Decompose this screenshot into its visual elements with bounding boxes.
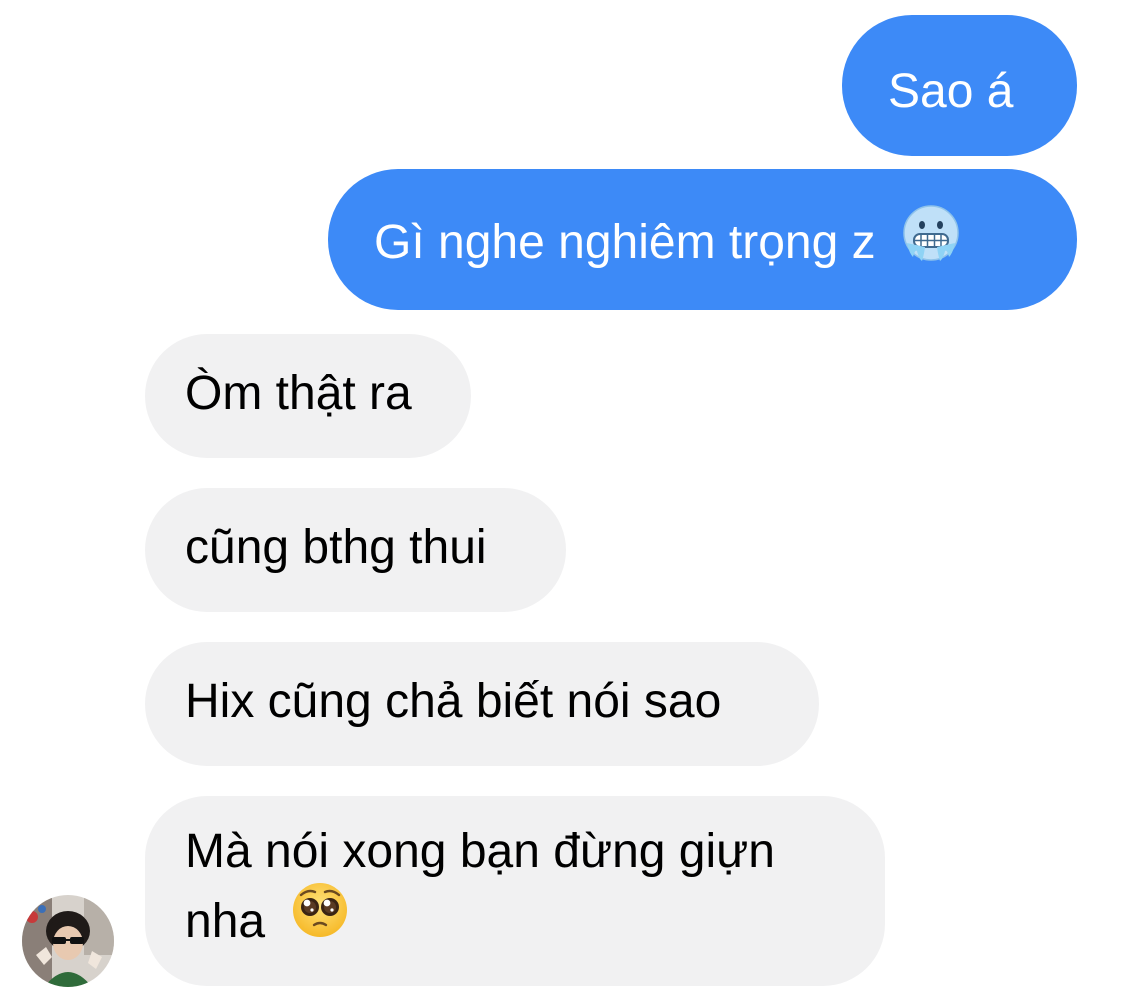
cold-face-emoji-icon (901, 203, 961, 280)
message-text-line: nha (185, 883, 885, 950)
outgoing-message-bubble[interactable]: Sao á (842, 15, 1077, 156)
incoming-message-bubble[interactable]: Hix cũng chả biết nói sao (145, 642, 819, 766)
message-text: Òm thật ra (185, 367, 412, 420)
outgoing-message-bubble[interactable]: Gì nghe nghiêm trọng z (328, 169, 1077, 310)
message-text: cũng bthg thui (185, 521, 487, 574)
message-text: Sao á (888, 65, 1014, 118)
message-text: Hix cũng chả biết nói sao (185, 675, 722, 728)
message-text-line: Mà nói xong bạn đừng giựn (185, 825, 775, 878)
incoming-message-bubble[interactable]: Mà nói xong bạn đừng giựn nha (145, 796, 885, 986)
message-text: Gì nghe nghiêm trọng z (374, 216, 876, 270)
contact-avatar[interactable] (22, 895, 114, 987)
chat-thread: Sao á Gì nghe nghiêm trọng z Òm thật ra (0, 0, 1125, 999)
incoming-message-bubble[interactable]: Òm thật ra (145, 334, 471, 458)
incoming-message-bubble[interactable]: cũng bthg thui (145, 488, 566, 612)
pleading-face-emoji-icon (290, 880, 350, 957)
